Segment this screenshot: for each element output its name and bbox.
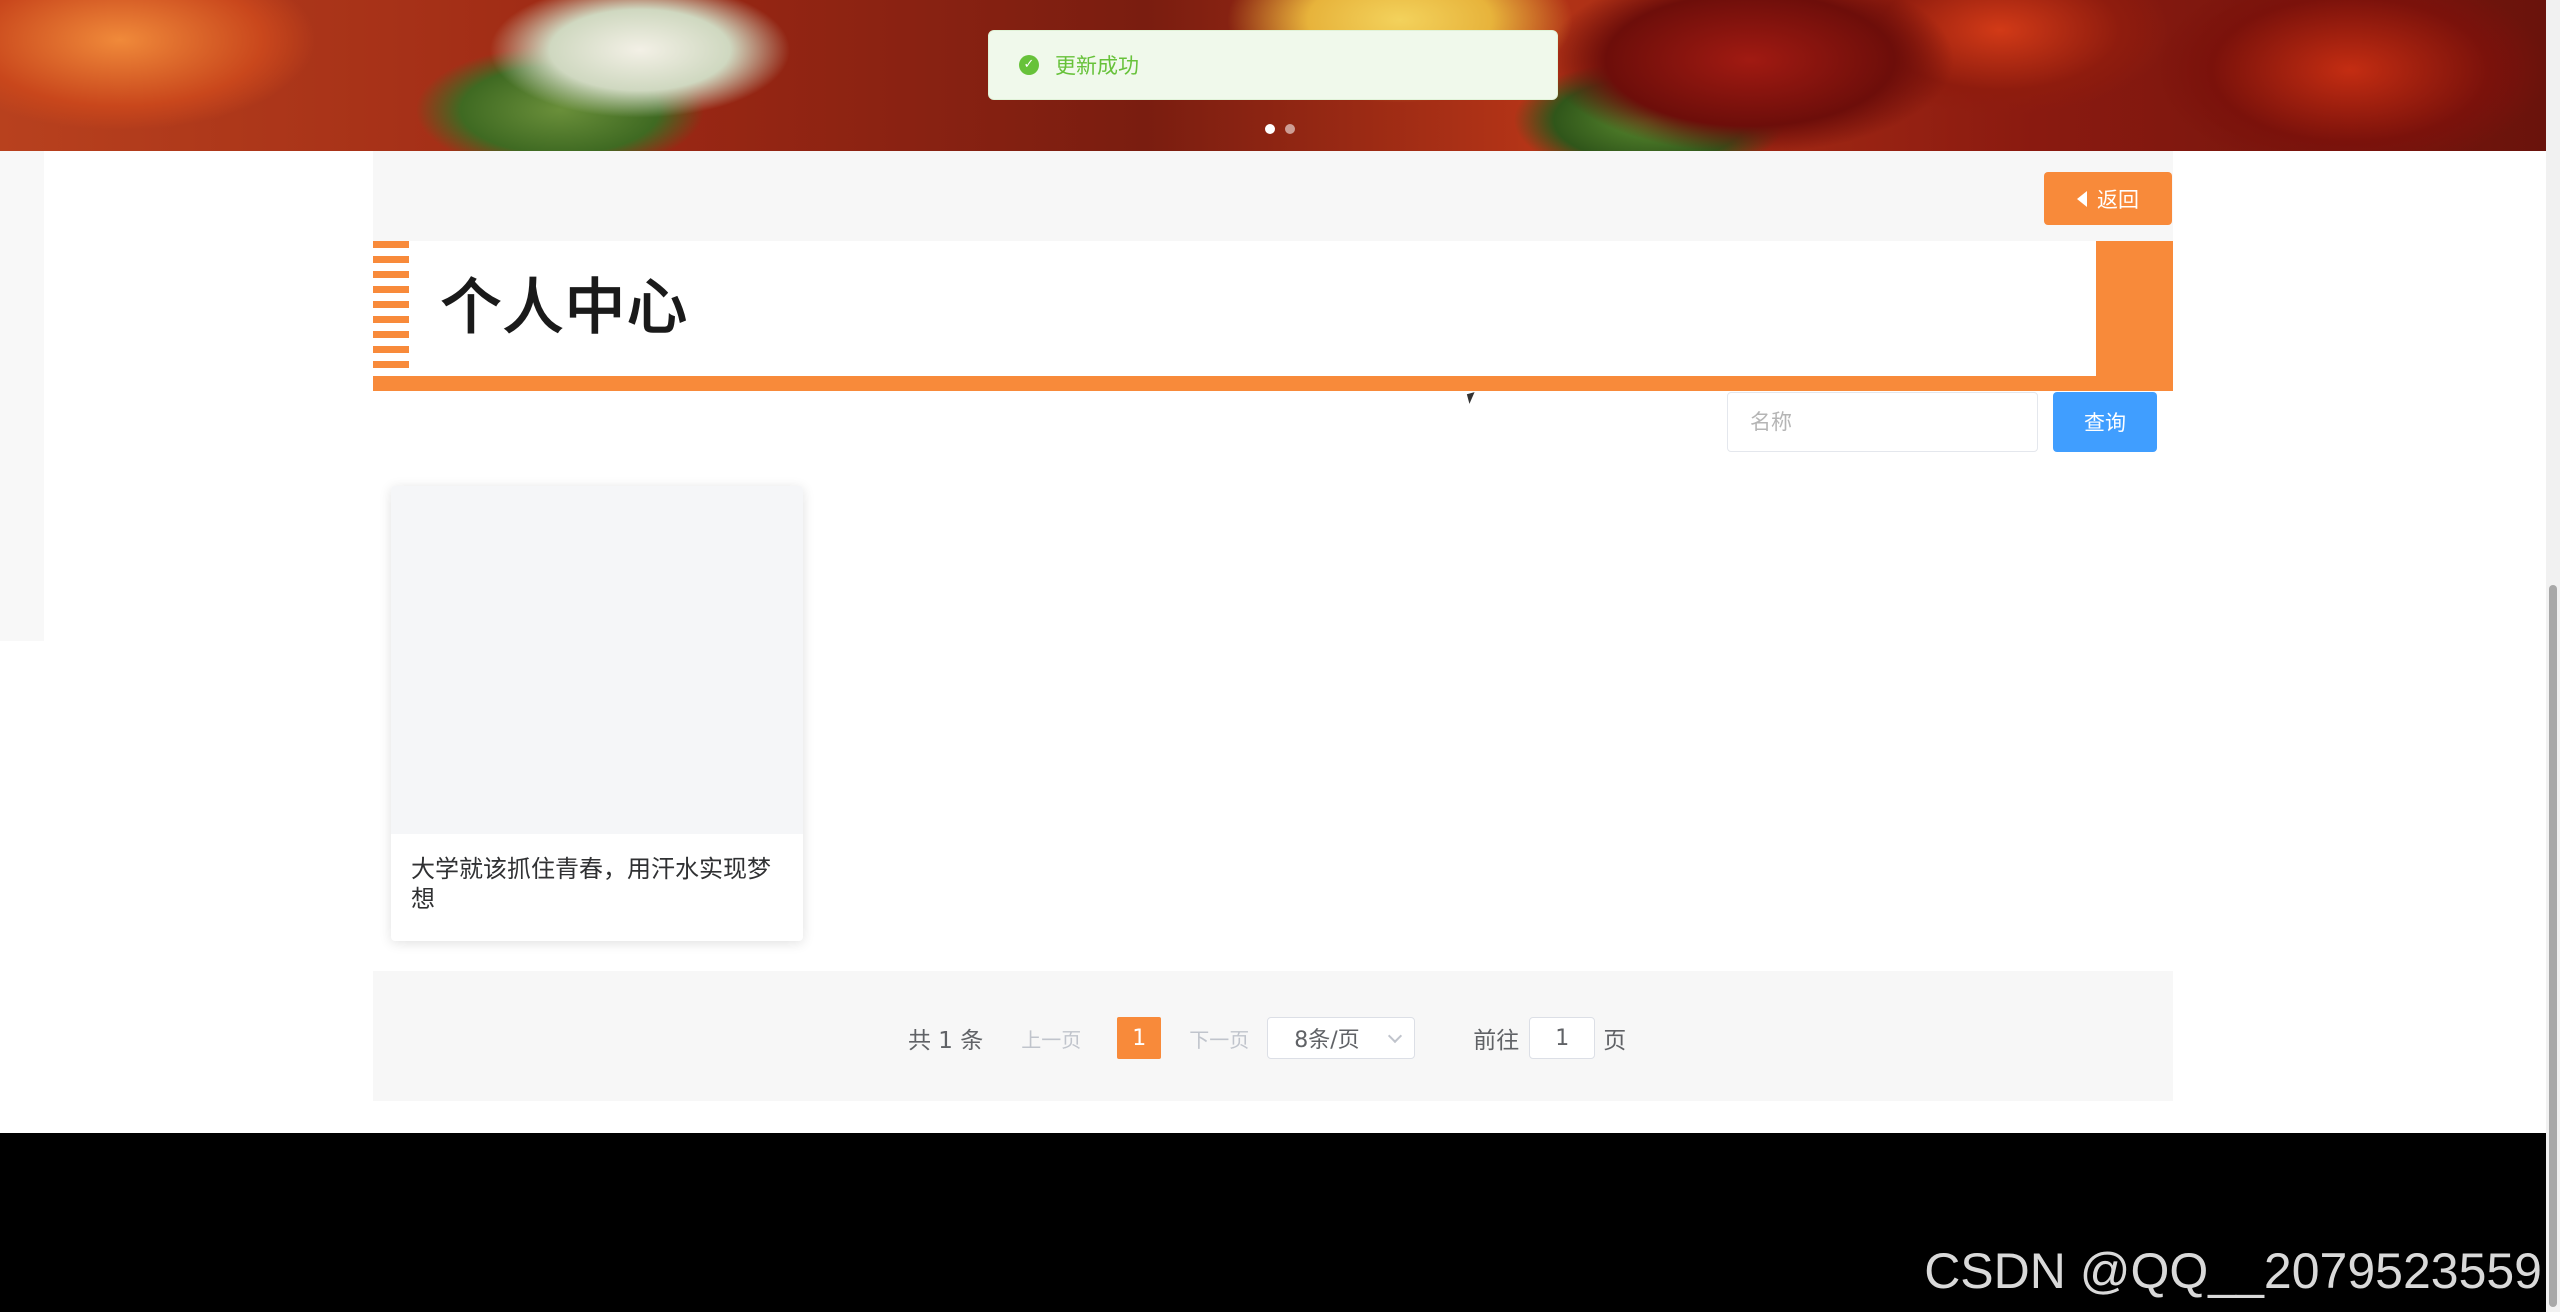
carousel-dot-2[interactable]: [1285, 124, 1295, 134]
watermark: CSDN @QQ__2079523559: [1924, 1243, 2542, 1299]
pagination: 共 1 条 上一页 1 下一页 8条/页 前往 页: [908, 1016, 1626, 1060]
accent-underline: [373, 376, 2173, 391]
page-size-select[interactable]: 8条/页: [1267, 1017, 1416, 1059]
top-bar: [373, 151, 2173, 241]
left-side-panel: [0, 151, 44, 641]
goto-page-input[interactable]: [1529, 1017, 1596, 1059]
list-item[interactable]: 大学就该抓住青春，用汗水实现梦想: [391, 486, 803, 941]
footer: CSDN @QQ__2079523559: [0, 1133, 2546, 1312]
accent-block: [2096, 241, 2173, 391]
scrollbar-thumb[interactable]: [2549, 585, 2557, 1307]
page-number-1[interactable]: 1: [1117, 1017, 1162, 1059]
back-button[interactable]: 返回: [2044, 172, 2172, 225]
check-circle-icon: ✓: [1019, 55, 1039, 75]
carousel-indicators: [1265, 124, 1295, 134]
name-search-input[interactable]: [1727, 392, 2038, 452]
pagination-area: 共 1 条 上一页 1 下一页 8条/页 前往 页: [373, 971, 2173, 1101]
back-button-label: 返回: [2097, 187, 2139, 212]
next-page-button[interactable]: 下一页: [1189, 1024, 1249, 1053]
goto-suffix: 页: [1603, 1028, 1627, 1054]
card-title: 大学就该抓住青春，用汗水实现梦想: [411, 855, 771, 913]
main-container: 返回 个人中心 查询 大学就该抓住青春，用汗水实现梦想 共 1 条 上一页 1 …: [373, 151, 2173, 1101]
card-image: [391, 486, 803, 834]
prev-page-button[interactable]: 上一页: [1021, 1024, 1081, 1053]
total-count: 共 1 条: [908, 1028, 984, 1054]
toast-message: 更新成功: [1055, 54, 1139, 78]
stripe-decoration: [373, 241, 409, 379]
goto-prefix: 前往: [1473, 1028, 1520, 1054]
carousel-dot-1[interactable]: [1265, 124, 1275, 134]
vertical-scrollbar[interactable]: [2546, 0, 2560, 1312]
success-toast: ✓ 更新成功: [988, 30, 1558, 100]
caret-left-icon: [2077, 190, 2087, 207]
page-size-value: 8条/页: [1294, 1028, 1360, 1053]
chevron-down-icon: [1388, 1028, 1403, 1044]
title-banner: 个人中心: [373, 241, 2173, 391]
page-title: 个人中心: [441, 273, 689, 343]
search-button[interactable]: 查询: [2053, 392, 2157, 452]
